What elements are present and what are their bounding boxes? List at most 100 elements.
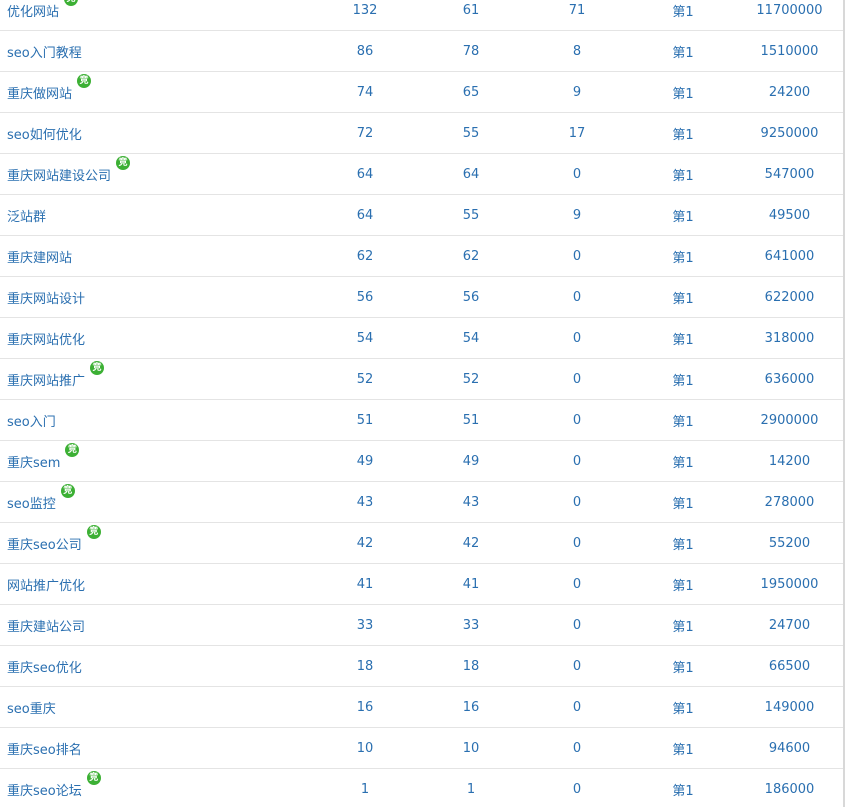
rank-cell: 第1 <box>630 727 736 769</box>
rank-cell: 第1 <box>630 71 736 113</box>
rank-cell: 第1 <box>630 604 736 646</box>
index-mobile-cell: 0 <box>524 276 630 318</box>
keyword-link[interactable]: 重庆seo排名 <box>7 743 82 758</box>
keyword-cell: 网站推广优化 <box>0 563 312 605</box>
index-total-cell: 42 <box>312 522 418 564</box>
keyword-cell: 重庆网站推广竞 <box>0 358 312 400</box>
index-pc-cell: 51 <box>418 399 524 441</box>
keyword-cell: 重庆seo论坛竞 <box>0 768 312 807</box>
result-count-cell: 94600 <box>736 727 843 769</box>
index-mobile-cell: 0 <box>524 399 630 441</box>
table-row: 重庆做网站竞 74 65 9 第1 24200 <box>0 71 843 113</box>
index-pc-cell: 16 <box>418 686 524 728</box>
keyword-link[interactable]: seo监控 <box>7 497 56 512</box>
index-mobile-cell: 71 <box>524 0 630 31</box>
index-total-cell: 49 <box>312 440 418 482</box>
rank-cell: 第1 <box>630 399 736 441</box>
table-row: seo重庆 16 16 0 第1 149000 <box>0 686 843 728</box>
index-mobile-cell: 0 <box>524 153 630 195</box>
index-pc-cell: 56 <box>418 276 524 318</box>
keyword-cell: 优化网站竞 <box>0 0 312 31</box>
index-pc-cell: 43 <box>418 481 524 523</box>
index-total-cell: 18 <box>312 645 418 687</box>
index-total-cell: 41 <box>312 563 418 605</box>
table-row: 重庆建网站 62 62 0 第1 641000 <box>0 235 843 277</box>
keyword-link[interactable]: seo如何优化 <box>7 128 82 143</box>
index-total-cell: 64 <box>312 194 418 236</box>
index-pc-cell: 42 <box>418 522 524 564</box>
index-pc-cell: 41 <box>418 563 524 605</box>
rank-cell: 第1 <box>630 30 736 72</box>
index-mobile-cell: 9 <box>524 194 630 236</box>
keyword-link[interactable]: 重庆seo公司 <box>7 538 82 553</box>
table-row: 重庆seo排名 10 10 0 第1 94600 <box>0 727 843 769</box>
keyword-link[interactable]: 重庆seo论坛 <box>7 784 82 799</box>
keyword-cell: 重庆建站公司 <box>0 604 312 646</box>
index-mobile-cell: 0 <box>524 358 630 400</box>
keyword-link[interactable]: 重庆网站建设公司 <box>7 169 111 184</box>
table-row: 重庆网站优化 54 54 0 第1 318000 <box>0 317 843 359</box>
index-total-cell: 62 <box>312 235 418 277</box>
index-total-cell: 33 <box>312 604 418 646</box>
keyword-link[interactable]: 重庆网站优化 <box>7 333 85 348</box>
index-pc-cell: 54 <box>418 317 524 359</box>
rank-cell: 第1 <box>630 153 736 195</box>
index-mobile-cell: 8 <box>524 30 630 72</box>
rank-cell: 第1 <box>630 522 736 564</box>
table-row: 重庆seo论坛竞 1 1 0 第1 186000 <box>0 768 843 807</box>
index-pc-cell: 64 <box>418 153 524 195</box>
keyword-link[interactable]: 重庆做网站 <box>7 87 72 102</box>
keyword-link[interactable]: 优化网站 <box>7 5 59 20</box>
index-mobile-cell: 0 <box>524 235 630 277</box>
index-pc-cell: 33 <box>418 604 524 646</box>
table-row: 重庆网站设计 56 56 0 第1 622000 <box>0 276 843 318</box>
bid-badge-icon: 竞 <box>90 360 105 375</box>
bid-badge-icon: 竞 <box>116 155 131 170</box>
rank-cell: 第1 <box>630 645 736 687</box>
index-total-cell: 43 <box>312 481 418 523</box>
keyword-link[interactable]: 重庆sem <box>7 456 60 471</box>
keyword-cell: 重庆做网站竞 <box>0 71 312 113</box>
rank-cell: 第1 <box>630 563 736 605</box>
index-mobile-cell: 0 <box>524 563 630 605</box>
result-count-cell: 1510000 <box>736 30 843 72</box>
index-mobile-cell: 0 <box>524 481 630 523</box>
result-count-cell: 149000 <box>736 686 843 728</box>
keyword-link[interactable]: seo入门 <box>7 415 56 430</box>
keyword-link[interactable]: 重庆网站推广 <box>7 374 85 389</box>
rank-cell: 第1 <box>630 358 736 400</box>
keyword-cell: 重庆网站建设公司竞 <box>0 153 312 195</box>
keyword-link[interactable]: 重庆seo优化 <box>7 661 82 676</box>
index-mobile-cell: 17 <box>524 112 630 154</box>
table-row: seo监控竞 43 43 0 第1 278000 <box>0 481 843 523</box>
keyword-link[interactable]: seo入门教程 <box>7 46 82 61</box>
table-row: seo如何优化 72 55 17 第1 9250000 <box>0 112 843 154</box>
table-row: seo入门教程 86 78 8 第1 1510000 <box>0 30 843 72</box>
rank-cell: 第1 <box>630 317 736 359</box>
table-row: 重庆网站建设公司竞 64 64 0 第1 547000 <box>0 153 843 195</box>
result-count-cell: 636000 <box>736 358 843 400</box>
index-pc-cell: 18 <box>418 645 524 687</box>
keyword-link[interactable]: 网站推广优化 <box>7 579 85 594</box>
bid-badge-icon: 竞 <box>64 0 79 6</box>
result-count-cell: 49500 <box>736 194 843 236</box>
index-mobile-cell: 0 <box>524 522 630 564</box>
index-total-cell: 132 <box>312 0 418 31</box>
bid-badge-icon: 竞 <box>77 73 92 88</box>
result-count-cell: 1950000 <box>736 563 843 605</box>
rank-cell: 第1 <box>630 440 736 482</box>
table-row: 优化网站竞1326171第111700000 <box>0 0 843 31</box>
result-count-cell: 14200 <box>736 440 843 482</box>
index-mobile-cell: 0 <box>524 686 630 728</box>
keyword-link[interactable]: 泛站群 <box>7 210 46 225</box>
table-row: 重庆sem竞 49 49 0 第1 14200 <box>0 440 843 482</box>
keyword-link[interactable]: 重庆网站设计 <box>7 292 85 307</box>
keyword-link[interactable]: 重庆建网站 <box>7 251 72 266</box>
keyword-link[interactable]: 重庆建站公司 <box>7 620 85 635</box>
keyword-link[interactable]: seo重庆 <box>7 702 56 717</box>
index-pc-cell: 61 <box>418 0 524 31</box>
rank-cell: 第1 <box>630 235 736 277</box>
table-row: 重庆网站推广竞 52 52 0 第1 636000 <box>0 358 843 400</box>
index-pc-cell: 55 <box>418 194 524 236</box>
table-row: 重庆seo优化 18 18 0 第1 66500 <box>0 645 843 687</box>
